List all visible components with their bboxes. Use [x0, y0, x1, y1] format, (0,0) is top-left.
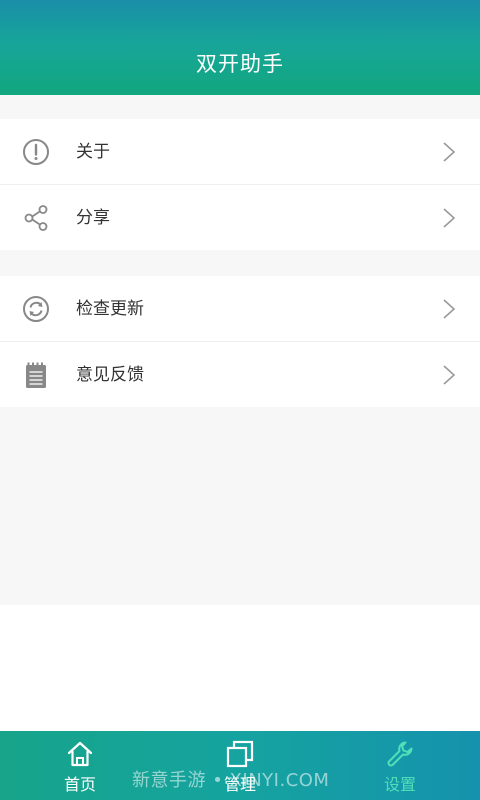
share-icon: [24, 205, 48, 231]
notepad-icon: [26, 362, 46, 388]
nav-label-settings: 设置: [383, 775, 416, 794]
page-title: 双开助手: [196, 52, 284, 76]
settings-item-label: 关于: [76, 142, 110, 162]
windows-stack-icon: [226, 740, 254, 768]
chevron-right-icon: [443, 365, 456, 385]
wrench-icon: [387, 741, 413, 767]
nav-label-manage: 管理: [223, 775, 256, 794]
settings-group-2: 检查更新 意见反馈: [0, 276, 480, 407]
nav-tab-settings[interactable]: 设置: [350, 731, 450, 800]
bottom-navigation: 首页 管理 设置: [0, 731, 480, 800]
nav-tab-manage[interactable]: 管理: [190, 731, 290, 800]
settings-item-label: 分享: [76, 208, 110, 228]
chevron-right-icon: [443, 142, 456, 162]
settings-item-feedback[interactable]: 意见反馈: [0, 342, 480, 407]
app-header: 双开助手: [0, 0, 480, 95]
chevron-right-icon: [443, 208, 456, 228]
settings-group-1: 关于 分享: [0, 119, 480, 250]
settings-item-label: 意见反馈: [76, 365, 144, 385]
settings-screen: 双开助手 关于 分享 检查更新 意见反馈 首页 管理 设置 新意手游 • XIN…: [0, 0, 480, 800]
settings-item-share[interactable]: 分享: [0, 185, 480, 250]
home-icon: [67, 741, 93, 767]
info-circle-icon: [23, 139, 49, 165]
nav-label-home: 首页: [63, 775, 96, 794]
settings-content: 关于 分享 检查更新 意见反馈: [0, 95, 480, 605]
settings-item-label: 检查更新: [76, 299, 144, 319]
settings-item-check-update[interactable]: 检查更新: [0, 276, 480, 342]
chevron-right-icon: [443, 299, 456, 319]
nav-tab-home[interactable]: 首页: [30, 731, 130, 800]
settings-item-about[interactable]: 关于: [0, 119, 480, 185]
refresh-icon: [23, 296, 49, 322]
status-bar: [0, 0, 480, 40]
